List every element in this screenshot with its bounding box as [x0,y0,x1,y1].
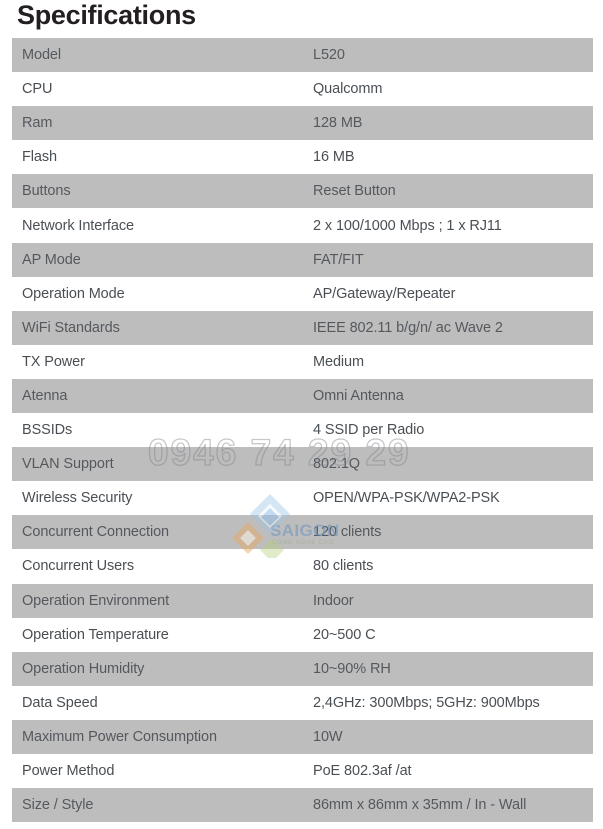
table-row: Atenna Omni Antenna [12,378,593,414]
table-row: Concurrent Users 80 clients [12,549,593,584]
spec-label: Flash [22,149,57,166]
table-row: Maximum Power Consumption 10W [12,719,593,754]
spec-label: Operation Environment [22,592,170,609]
spec-label: Model [22,47,61,64]
spec-label: Maximum Power Consumption [22,728,217,745]
spec-label: Power Method [22,763,115,780]
spec-value: 802.1Q [313,456,360,473]
spec-label: BSSIDs [22,422,73,439]
table-row: WiFi Standards IEEE 802.11 b/g/n/ ac Wave… [12,310,593,345]
spec-value: L520 [313,47,345,64]
spec-label: VLAN Support [22,456,114,473]
spec-label: TX Power [22,353,85,370]
spec-label: Concurrent Users [22,558,135,575]
table-row: TX Power Medium [12,344,593,379]
spec-label: Operation Temperature [22,626,169,643]
spec-label: Size / Style [22,797,94,814]
spec-value: Qualcomm [313,81,383,98]
table-row: Operation Temperature 20~500 C [12,617,593,652]
spec-label: Operation Mode [22,285,125,302]
spec-value: Medium [313,353,364,370]
table-row: Power Method PoE 802.3af /at [12,753,593,789]
table-row: BSSIDs 4 SSID per Radio [12,413,593,448]
table-row: Ram 128 MB [12,106,593,141]
spec-value: 4 SSID per Radio [313,422,425,439]
spec-value: 128 MB [313,115,363,132]
spec-label: WiFi Standards [22,319,120,336]
spec-label: Buttons [22,183,71,200]
spec-value: 10W [313,728,343,745]
table-row: Model L520 [12,38,593,73]
table-row: Wireless Security OPEN/WPA-PSK/WPA2-PSK [12,481,593,516]
spec-value: 20~500 C [313,626,376,643]
spec-value: FAT/FIT [313,251,364,268]
spec-label: Wireless Security [22,490,133,507]
spec-label: Network Interface [22,217,134,234]
table-row: Data Speed 2,4GHz: 300Mbps; 5GHz: 900Mbps [12,685,593,720]
spec-value: PoE 802.3af /at [313,763,412,780]
spec-value: 2 x 100/1000 Mbps ; 1 x RJ11 [313,217,502,234]
spec-value: AP/Gateway/Repeater [313,285,456,302]
table-row: CPU Qualcomm [12,72,593,107]
spec-value: 10~90% RH [313,660,391,677]
specifications-table: Model L520 CPU Qualcomm Ram 128 MB Flash 16 MB B… [12,38,593,823]
table-row: Operation Mode AP/Gateway/Repeater [12,276,593,311]
table-row: Concurrent Connection 120 clients [12,515,593,550]
table-row: AP Mode FAT/FIT [12,242,593,277]
spec-label: AP Mode [22,251,81,268]
spec-value: IEEE 802.11 b/g/n/ ac Wave 2 [313,319,503,336]
table-row: Operation Humidity 10~90% RH [12,651,593,686]
spec-value: Omni Antenna [313,387,404,404]
page-title: Specifications [17,0,196,30]
spec-value: Indoor [313,592,354,609]
table-row: Size / Style 86mm x 86mm x 35mm / In - Wa… [12,788,593,823]
spec-label: Ram [22,115,53,132]
spec-value: 120 clients [313,524,382,541]
spec-value: 16 MB [313,149,355,166]
spec-label: Data Speed [22,694,98,711]
spec-label: Atenna [22,387,68,404]
spec-value: OPEN/WPA-PSK/WPA2-PSK [313,490,500,507]
spec-label: CPU [22,81,53,98]
spec-label: Operation Humidity [22,660,145,677]
spec-value: 86mm x 86mm x 35mm / In - Wall [313,797,527,814]
table-row: Buttons Reset Button [12,174,593,209]
specifications-page: Specifications Model L520 CPU Qualcomm Ram 12… [0,0,603,829]
table-row: Flash 16 MB [12,140,593,175]
table-row: Operation Environment Indoor [12,583,593,618]
spec-label: Concurrent Connection [22,524,170,541]
table-row: Network Interface 2 x 100/1000 Mbps ; 1 x… [12,208,593,243]
spec-value: Reset Button [313,183,396,200]
table-row: VLAN Support 802.1Q [12,447,593,482]
spec-value: 80 clients [313,558,374,575]
spec-value: 2,4GHz: 300Mbps; 5GHz: 900Mbps [313,694,540,711]
